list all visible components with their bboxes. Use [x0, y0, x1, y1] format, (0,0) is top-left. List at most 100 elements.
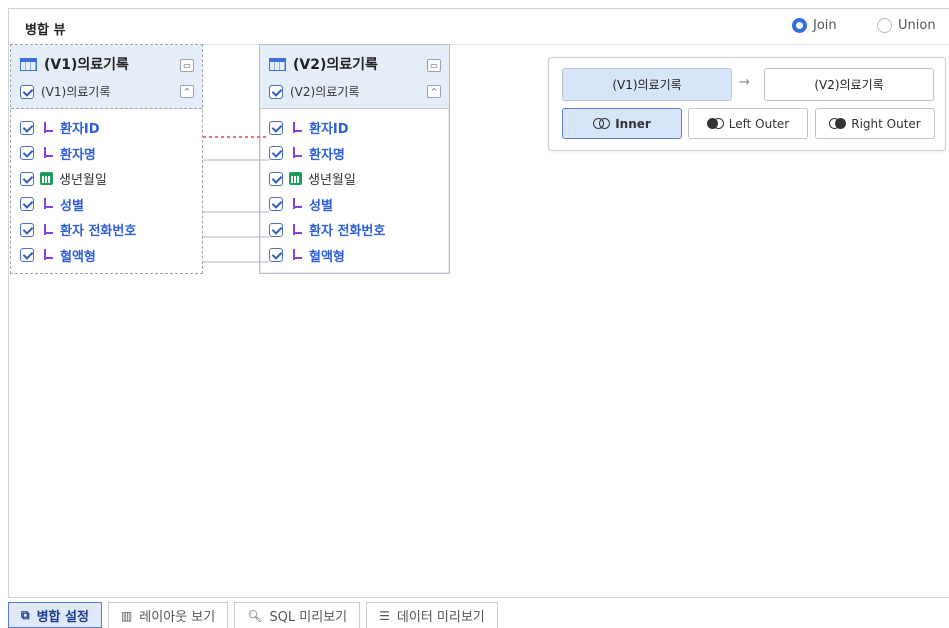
key-field-icon: [40, 146, 54, 160]
select-all-row[interactable]: (V2)의료기록: [269, 83, 359, 100]
calendar-icon: [289, 172, 302, 186]
join-radio[interactable]: Join: [792, 18, 837, 33]
right-outer-join-label: Right Outer: [851, 116, 921, 131]
field-row[interactable]: 성별: [11, 192, 202, 218]
select-all-row[interactable]: (V1)의료기록: [20, 83, 110, 100]
checkbox[interactable]: [20, 84, 34, 99]
select-all-label: (V2)의료기록: [290, 85, 360, 99]
checkbox[interactable]: [269, 197, 283, 212]
layout-icon: ▥: [120, 608, 133, 623]
checkbox[interactable]: [20, 248, 34, 263]
arrow-right-icon: →: [739, 75, 750, 90]
key-field-icon: [40, 121, 54, 135]
field-row[interactable]: 환자ID: [11, 115, 202, 141]
checkbox[interactable]: [20, 120, 34, 135]
table-card-header: (V2)의료기록 ▭ (V2)의료기록 ^: [260, 45, 449, 109]
left-outer-join-button[interactable]: Left Outer: [688, 108, 808, 139]
field-name: 환자명: [60, 147, 96, 163]
field-name: 혈액형: [60, 249, 96, 265]
union-radio-label: Union: [898, 18, 936, 33]
field-row[interactable]: 환자ID: [260, 115, 449, 141]
field-list: 환자ID 환자명 생년월일 성별 환자 전화번호 혈액형: [11, 109, 202, 268]
field-row[interactable]: 환자 전화번호: [11, 217, 202, 243]
field-list: 환자ID 환자명 생년월일 성별 환자 전화번호 혈액형: [260, 109, 449, 268]
checkbox[interactable]: [20, 146, 34, 161]
table-card-v2[interactable]: (V2)의료기록 ▭ (V2)의료기록 ^ 환자ID 환자명 생년월일 성별 환…: [259, 44, 450, 274]
select-all-label: (V1)의료기록: [41, 85, 111, 99]
key-field-icon: [289, 121, 303, 135]
chevron-up-icon[interactable]: ^: [427, 85, 441, 98]
table-icon: [20, 57, 37, 71]
table-title-text: (V1)의료기록: [44, 57, 129, 73]
collapse-icon[interactable]: ▭: [180, 59, 194, 72]
right-outer-join-button[interactable]: Right Outer: [815, 108, 935, 139]
field-name: 환자ID: [309, 122, 349, 138]
panel-title: 병합 뷰: [25, 23, 66, 38]
left-outer-join-label: Left Outer: [728, 116, 790, 131]
field-name: 생년월일: [308, 173, 356, 189]
table-title: (V1)의료기록: [20, 54, 129, 74]
radio-empty-icon[interactable]: [877, 18, 892, 33]
field-name: 혈액형: [309, 249, 345, 265]
tab-label: 데이터 미리보기: [396, 610, 485, 625]
left-outer-join-icon: [706, 118, 724, 129]
field-row[interactable]: 환자명: [11, 141, 202, 167]
field-name: 환자 전화번호: [309, 224, 386, 240]
table-card-header: (V1)의료기록 ▭ (V1)의료기록 ^: [11, 45, 202, 109]
table-icon: [269, 57, 286, 71]
tab-layout-view[interactable]: ▥ 레이아웃 보기: [107, 602, 229, 628]
checkbox[interactable]: [20, 197, 34, 212]
checkbox[interactable]: [269, 171, 283, 186]
checkbox[interactable]: [20, 171, 34, 186]
key-field-icon: [40, 223, 54, 237]
field-row[interactable]: 성별: [260, 192, 449, 218]
key-field-icon: [40, 197, 54, 211]
field-row[interactable]: 환자명: [260, 141, 449, 167]
checkbox[interactable]: [269, 84, 283, 99]
field-row[interactable]: 생년월일: [11, 166, 202, 192]
union-radio[interactable]: Union: [877, 18, 936, 33]
field-name: 환자ID: [60, 122, 100, 138]
field-name: 환자명: [309, 147, 345, 163]
chevron-up-icon[interactable]: ^: [180, 85, 194, 98]
inner-join-button[interactable]: Inner: [562, 108, 682, 139]
checkbox[interactable]: [269, 146, 283, 161]
list-icon: ☰: [379, 608, 390, 623]
key-field-icon: [289, 197, 303, 211]
checkbox[interactable]: [269, 248, 283, 263]
left-table-pill[interactable]: (V1)의료기록: [562, 68, 732, 101]
field-name: 성별: [309, 198, 333, 214]
tab-label: 레이아웃 보기: [139, 610, 216, 625]
tab-data-preview[interactable]: ☰ 데이터 미리보기: [366, 602, 498, 628]
radio-selected-icon[interactable]: [792, 18, 807, 33]
right-table-pill[interactable]: (V2)의료기록: [764, 68, 934, 101]
join-radio-label: Join: [813, 18, 837, 33]
field-name: 환자 전화번호: [60, 224, 137, 240]
key-field-icon: [40, 248, 54, 262]
inner-join-icon: [593, 118, 611, 129]
table-title-text: (V2)의료기록: [293, 57, 378, 73]
field-row[interactable]: 환자 전화번호: [260, 217, 449, 243]
collapse-icon[interactable]: ▭: [427, 59, 441, 72]
key-field-icon: [289, 146, 303, 160]
search-icon: 🔍︎: [247, 608, 263, 623]
tab-merge-settings[interactable]: ⧉ 병합 설정: [8, 602, 102, 628]
field-name: 생년월일: [59, 173, 107, 189]
merge-icon: ⧉: [21, 607, 30, 622]
field-row[interactable]: 혈액형: [260, 243, 449, 269]
checkbox[interactable]: [269, 120, 283, 135]
checkbox[interactable]: [20, 222, 34, 237]
tab-label: 병합 설정: [36, 609, 89, 625]
tab-sql-preview[interactable]: 🔍︎ SQL 미리보기: [234, 602, 361, 628]
field-row[interactable]: 혈액형: [11, 243, 202, 269]
right-outer-join-icon: [829, 118, 847, 129]
field-row[interactable]: 생년월일: [260, 166, 449, 192]
checkbox[interactable]: [269, 222, 283, 237]
inner-join-label: Inner: [615, 116, 651, 131]
field-name: 성별: [60, 198, 84, 214]
table-card-v1[interactable]: (V1)의료기록 ▭ (V1)의료기록 ^ 환자ID 환자명 생년월일 성별 환…: [10, 44, 203, 274]
key-field-icon: [289, 248, 303, 262]
tab-label: SQL 미리보기: [269, 610, 348, 625]
bottom-tabs: ⧉ 병합 설정 ▥ 레이아웃 보기 🔍︎ SQL 미리보기 ☰ 데이터 미리보기: [8, 602, 498, 628]
key-field-icon: [289, 223, 303, 237]
